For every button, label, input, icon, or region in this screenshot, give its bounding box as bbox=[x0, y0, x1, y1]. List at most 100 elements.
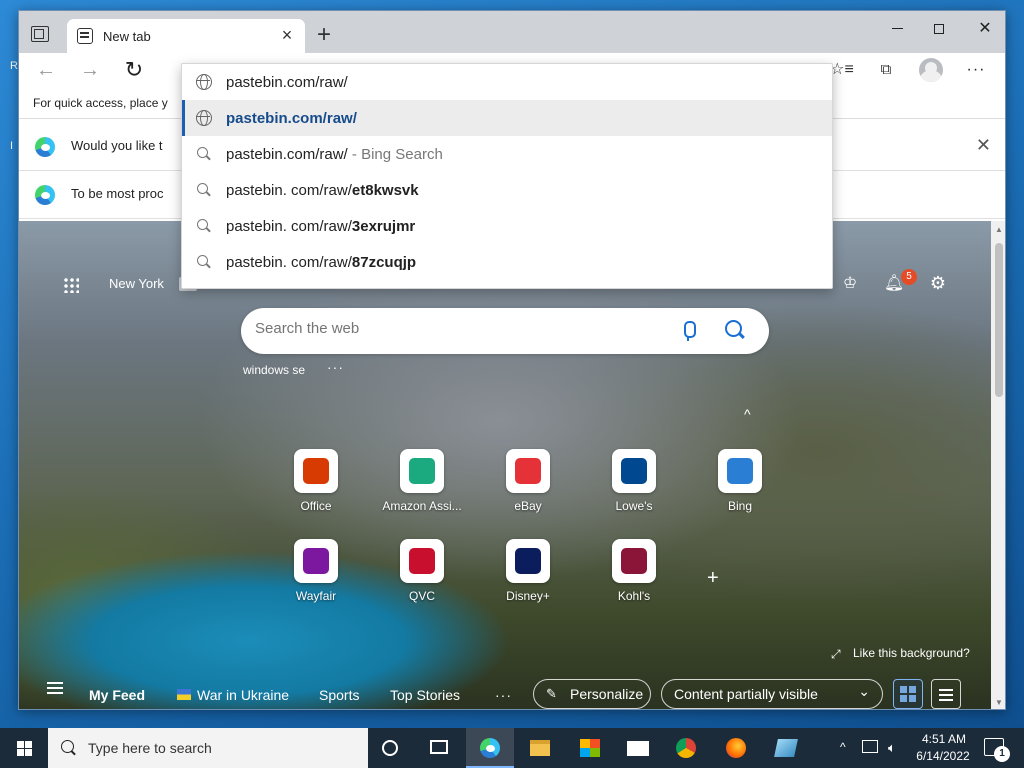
ebay-icon bbox=[515, 458, 541, 484]
quick-link-tile[interactable]: Bing bbox=[695, 449, 785, 529]
cortana-icon bbox=[382, 740, 398, 756]
forward-button[interactable]: → bbox=[77, 59, 103, 83]
quick-link-tile[interactable]: Kohl's bbox=[589, 539, 679, 619]
taskbar-mail[interactable] bbox=[614, 728, 662, 768]
recent-search-more[interactable]: ··· bbox=[327, 359, 344, 375]
show-hidden-icons-chevron[interactable]: ^ bbox=[840, 740, 846, 754]
quick-link-tile[interactable]: Disney+ bbox=[483, 539, 573, 619]
quick-link-icon-box bbox=[294, 539, 338, 583]
close-tab-icon[interactable]: × bbox=[277, 25, 297, 45]
notepad-icon bbox=[774, 739, 798, 757]
search-icon bbox=[196, 218, 212, 234]
folder-icon bbox=[530, 740, 550, 756]
close-infobar-icon[interactable]: ✕ bbox=[976, 135, 991, 156]
address-suggestion[interactable]: pastebin. com/raw/et8kwsvk bbox=[182, 172, 832, 208]
address-suggestion[interactable]: pastebin.com/raw/ - Bing Search bbox=[182, 136, 832, 172]
new-tab-button[interactable]: + bbox=[311, 23, 337, 49]
search-icon bbox=[196, 182, 212, 198]
quick-link-label: eBay bbox=[514, 499, 542, 513]
scroll-up-arrow-icon[interactable]: ▲ bbox=[995, 225, 1003, 234]
address-bar-input-row[interactable]: pastebin.com/raw/ bbox=[182, 64, 832, 100]
microphone-icon[interactable] bbox=[681, 319, 696, 343]
taskbar-edge[interactable] bbox=[466, 728, 514, 768]
minimize-button[interactable] bbox=[875, 15, 919, 43]
profile-avatar[interactable] bbox=[919, 58, 943, 82]
taskbar-chrome[interactable] bbox=[662, 728, 710, 768]
quick-link-icon-box bbox=[506, 449, 550, 493]
feed-menu-icon[interactable] bbox=[47, 687, 63, 689]
feed-navigation: My Feed War in Ukraine Sports Top Storie… bbox=[19, 673, 991, 709]
quick-link-tile[interactable]: eBay bbox=[483, 449, 573, 529]
suggestion-source: - Bing Search bbox=[347, 146, 443, 163]
store-icon bbox=[580, 739, 600, 757]
desktop-icon-edge[interactable]: R bbox=[10, 60, 18, 72]
collections-icon[interactable]: ⧉ bbox=[873, 59, 899, 83]
weather-location[interactable]: New York bbox=[109, 276, 164, 291]
suggestion-prefix: pastebin. com/raw/ bbox=[226, 254, 352, 271]
taskbar-search-placeholder: Type here to search bbox=[88, 740, 212, 756]
quick-link-tile[interactable]: Amazon Assi... bbox=[377, 449, 467, 529]
feed-tab-my-feed[interactable]: My Feed bbox=[89, 687, 145, 703]
feed-more-button[interactable]: ··· bbox=[495, 687, 512, 703]
content-visibility-dropdown[interactable]: Content partially visible ⌄ bbox=[661, 679, 883, 709]
taskbar-firefox[interactable] bbox=[712, 728, 760, 768]
volume-icon[interactable]: 🔈︎ bbox=[888, 740, 896, 756]
task-view-button[interactable] bbox=[416, 728, 464, 768]
quick-link-icon-box bbox=[612, 539, 656, 583]
suggestion-completion: 3exrujmr bbox=[351, 218, 416, 235]
web-search-input[interactable] bbox=[255, 320, 655, 337]
page-settings-gear-icon[interactable]: ⚙ bbox=[927, 273, 949, 295]
address-input-typed[interactable]: pastebin.com/raw/ bbox=[226, 74, 348, 91]
quick-link-tile[interactable]: Office bbox=[271, 449, 361, 529]
tab-title: New tab bbox=[103, 29, 151, 44]
back-button[interactable]: ← bbox=[33, 59, 59, 83]
desktop-icon-edge[interactable]: I bbox=[10, 140, 13, 152]
taskbar-file-explorer[interactable] bbox=[516, 728, 564, 768]
infobar-text: To be most proc bbox=[71, 186, 164, 201]
maximize-button[interactable] bbox=[917, 15, 961, 43]
taskbar-app[interactable] bbox=[762, 728, 810, 768]
feed-tab-war-in-ukraine[interactable]: War in Ukraine bbox=[197, 687, 289, 703]
address-suggestion[interactable]: pastebin.com/raw/ bbox=[182, 100, 832, 136]
address-suggestion[interactable]: pastebin. com/raw/3exrujmr bbox=[182, 208, 832, 244]
quick-link-tile[interactable]: QVC bbox=[377, 539, 467, 619]
qvc-icon bbox=[409, 548, 435, 574]
grid-layout-button[interactable] bbox=[893, 679, 923, 709]
scroll-down-arrow-icon[interactable]: ▼ bbox=[995, 698, 1003, 707]
app-launcher-icon[interactable] bbox=[63, 277, 79, 293]
feed-tab-top-stories[interactable]: Top Stories bbox=[390, 687, 460, 703]
settings-more-button[interactable]: ··· bbox=[963, 59, 989, 83]
network-icon[interactable] bbox=[862, 740, 878, 753]
tab-actions-icon[interactable] bbox=[31, 26, 49, 42]
close-window-button[interactable]: ✕ bbox=[963, 15, 1005, 43]
feed-tab-sports[interactable]: Sports bbox=[319, 687, 359, 703]
clock-date[interactable]: 6/14/2022 bbox=[910, 749, 976, 763]
quick-link-label: Disney+ bbox=[506, 589, 550, 603]
refresh-button[interactable]: ↻ bbox=[121, 59, 147, 83]
page-scrollbar[interactable]: ▲ ▼ bbox=[991, 221, 1005, 709]
taskbar-search-box[interactable]: Type here to search bbox=[48, 728, 368, 768]
quick-link-icon-box bbox=[718, 449, 762, 493]
like-background-link[interactable]: Like this background? bbox=[853, 646, 970, 660]
quick-link-label: Wayfair bbox=[295, 589, 337, 603]
search-icon[interactable] bbox=[723, 318, 747, 342]
rewards-icon[interactable]: ♔ bbox=[839, 273, 861, 295]
suggestion-text: pastebin.com/raw/ bbox=[226, 146, 348, 163]
tab-new-tab[interactable]: New tab × bbox=[67, 19, 305, 53]
cortana-button[interactable] bbox=[368, 728, 416, 768]
list-layout-button[interactable] bbox=[931, 679, 961, 709]
address-suggestion[interactable]: pastebin. com/raw/87zcuqjp bbox=[182, 244, 832, 280]
quick-link-tile[interactable]: Wayfair bbox=[271, 539, 361, 619]
collapse-chevron-icon[interactable]: ^ bbox=[744, 406, 751, 422]
content-visibility-value: Content partially visible bbox=[674, 686, 818, 702]
web-search-box[interactable] bbox=[241, 308, 769, 354]
taskbar-store[interactable] bbox=[566, 728, 614, 768]
quick-link-tile[interactable]: Lowe's bbox=[589, 449, 679, 529]
scrollbar-thumb[interactable] bbox=[995, 243, 1003, 397]
start-button[interactable] bbox=[0, 728, 48, 768]
search-icon bbox=[60, 739, 78, 757]
quick-link-label: QVC bbox=[408, 589, 435, 603]
clock-time[interactable]: 4:51 AM bbox=[914, 732, 974, 746]
recent-search-chip[interactable]: windows se bbox=[243, 363, 305, 377]
personalize-button[interactable]: ✎ Personalize bbox=[533, 679, 651, 709]
